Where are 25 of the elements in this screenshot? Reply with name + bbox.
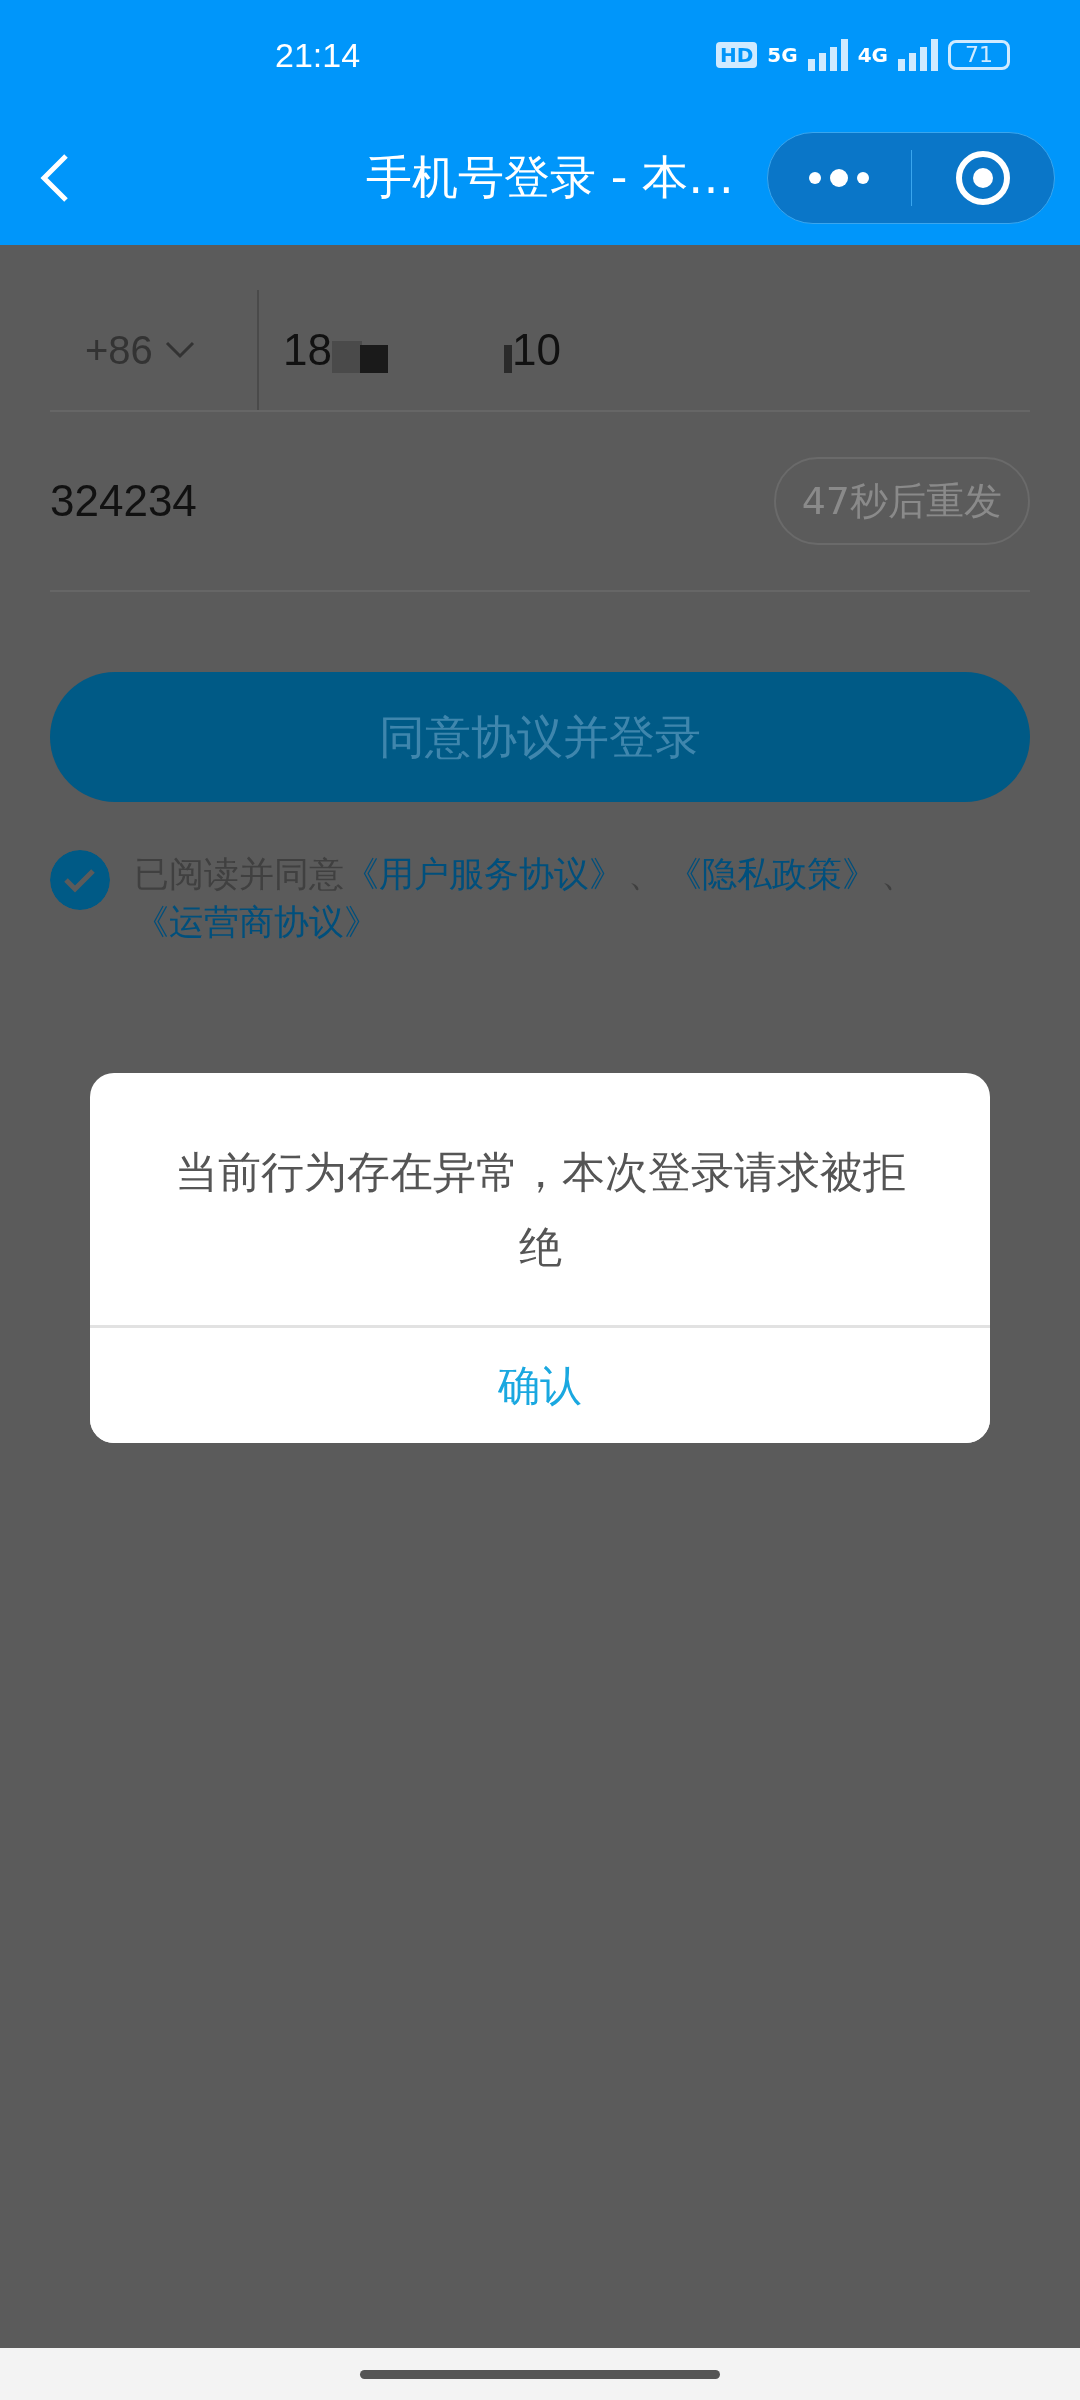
network-label: 5G: [767, 45, 798, 65]
hd-indicator: HD: [715, 42, 758, 68]
verification-code-field[interactable]: 324234: [50, 468, 197, 534]
phone-number-start: 18: [283, 324, 332, 376]
agreement-text: 、: [628, 853, 663, 896]
agreement-link[interactable]: 《用户服务协议》: [344, 854, 624, 894]
more-icon[interactable]: [807, 167, 872, 188]
signal-icon: [807, 39, 848, 71]
login-button[interactable]: 同意协议并登录: [50, 672, 1030, 802]
agreement-checkbox[interactable]: [50, 850, 110, 910]
page-title: 手机号登录 - 本…: [365, 149, 735, 206]
battery-indicator: 71: [948, 40, 1010, 70]
agreement-link[interactable]: 《运营商协议》: [134, 902, 379, 942]
dialog-message: 当前行为存在异常，本次登录请求被拒绝: [173, 1146, 907, 1274]
agreement-link[interactable]: 《隐私政策》: [667, 854, 877, 894]
chevron-down-icon: [164, 341, 195, 359]
agreement-text: 、: [881, 853, 916, 896]
signal-icon: [898, 39, 938, 71]
close-icon[interactable]: [954, 149, 1011, 206]
network-label: 4G: [857, 45, 888, 65]
phone-number-end: 10: [511, 324, 561, 376]
back-icon[interactable]: [40, 152, 70, 203]
confirm-button[interactable]: 确认: [90, 1325, 990, 1443]
status-time: 21:14: [275, 34, 361, 76]
home-indicator[interactable]: [360, 2369, 720, 2379]
